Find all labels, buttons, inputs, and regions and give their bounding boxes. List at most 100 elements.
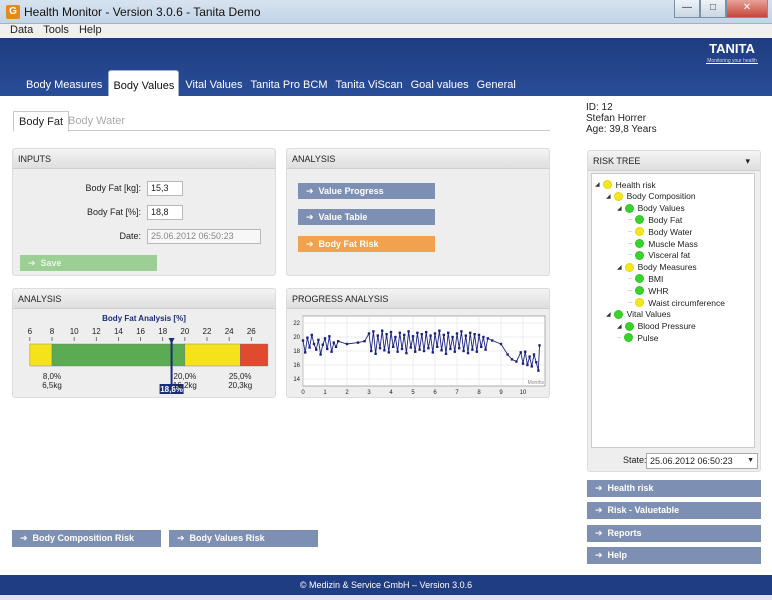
risk-tree-node[interactable]: ─ Waist circumference	[628, 297, 725, 308]
risk-tree-node[interactable]: ─ Body Fat	[628, 214, 682, 225]
tick-label: 24	[225, 327, 234, 336]
data-point	[396, 350, 399, 353]
risk-tree-node[interactable]: ◢ Body Measures	[617, 262, 697, 273]
risk-tree-title: RISK TREE ▾	[588, 151, 760, 171]
data-point	[477, 333, 481, 337]
range-band	[184, 343, 241, 367]
tree-connector-icon: ─	[617, 334, 622, 341]
expand-arrow-icon[interactable]: ◢	[617, 205, 622, 212]
reports-button[interactable]: ➔ Reports	[587, 525, 761, 542]
status-strip	[0, 595, 772, 600]
tab-body-measures[interactable]: Body Measures	[22, 70, 106, 96]
tree-connector-icon: ─	[628, 228, 633, 235]
risk-tree-label: Body Measures	[637, 262, 697, 273]
risk-tree-node[interactable]: ◢ Vital Values	[606, 309, 671, 320]
data-point	[462, 349, 465, 353]
tick-label: 16	[136, 327, 145, 336]
body-fat-pct-field[interactable]: 18,8	[147, 205, 183, 220]
data-point	[416, 331, 419, 334]
tree-connector-icon: ─	[628, 287, 633, 294]
progress-line-chart: 0 1 2 3 4 5 6 7 8 9 10 14 16 18 20 22 Months	[293, 315, 546, 396]
body-composition-risk-button[interactable]: ➔ Body Composition Risk	[12, 530, 161, 547]
risk-tree-node[interactable]: ◢ Body Values	[617, 203, 685, 214]
data-point	[378, 347, 382, 350]
value-table-button[interactable]: ➔ Value Table	[298, 209, 435, 225]
tab-goal-values[interactable]: Goal values	[407, 70, 473, 96]
tab-vital-values[interactable]: Vital Values	[181, 70, 246, 96]
data-point	[387, 351, 390, 354]
risk-tree-label: WHR	[648, 285, 669, 296]
subtab-body-water[interactable]: Body Water	[63, 111, 130, 132]
tick-label: 18	[158, 327, 167, 336]
tab-general[interactable]: General	[473, 70, 520, 96]
data-point	[389, 330, 393, 334]
data-point	[438, 329, 441, 332]
status-dot-icon	[635, 215, 645, 225]
data-point	[337, 340, 340, 343]
x-tick-label: 6	[433, 390, 437, 396]
minimize-button[interactable]: —	[674, 0, 700, 18]
date-field[interactable]: 25.06.2012 06:50:23	[147, 229, 261, 244]
arrow-right-icon: ➔	[306, 186, 314, 196]
arrow-right-icon: ➔	[177, 533, 185, 543]
tick-label: 22	[203, 327, 212, 336]
data-point	[319, 353, 322, 356]
expand-arrow-icon[interactable]: ◢	[617, 323, 622, 330]
x-tick-label: 3	[367, 390, 371, 396]
tab-body-values[interactable]: Body Values	[108, 70, 180, 96]
menu-data[interactable]: Data	[10, 24, 33, 38]
collapse-icon[interactable]: ▾	[745, 151, 750, 171]
threshold-kg: 6,5kg	[42, 381, 62, 390]
data-point	[418, 348, 421, 351]
help-button[interactable]: ➔ Help	[587, 547, 761, 564]
expand-arrow-icon[interactable]: ◢	[617, 264, 622, 271]
subtab-body-fat[interactable]: Body Fat	[13, 111, 70, 132]
tab-tanita-viscan[interactable]: Tanita ViScan	[332, 70, 407, 96]
save-button[interactable]: ➔ Save	[20, 255, 157, 271]
range-band	[240, 343, 269, 367]
data-point	[317, 338, 320, 341]
expand-arrow-icon[interactable]: ◢	[606, 193, 611, 200]
data-point	[453, 350, 456, 353]
risk-tree-node[interactable]: ─ Visceral fat	[628, 250, 690, 261]
data-point	[486, 337, 489, 340]
subtab-bar: Body Fat Body Water	[13, 111, 550, 132]
close-button[interactable]: ✕	[726, 0, 768, 18]
body-fat-risk-button[interactable]: ➔ Body Fat Risk	[298, 236, 435, 252]
data-point	[356, 341, 360, 344]
tab-tanita-pro-bcm[interactable]: Tanita Pro BCM	[246, 70, 331, 96]
value-progress-button[interactable]: ➔ Value Progress	[298, 183, 435, 199]
body-fat-kg-field[interactable]: 15,3	[147, 181, 183, 196]
data-point	[535, 361, 538, 364]
risk-tree-node[interactable]: ─ Muscle Mass	[628, 238, 698, 249]
risk-tree-node[interactable]: ─ WHR	[628, 285, 669, 296]
maximize-button[interactable]: □	[700, 0, 726, 18]
data-point	[436, 345, 439, 348]
risk-tree-node[interactable]: ◢ Body Composition	[606, 191, 696, 202]
risk-tree-label: Blood Pressure	[637, 321, 696, 332]
y-tick-label: 18	[293, 349, 300, 355]
data-point	[414, 350, 417, 353]
risk-valuetable-button[interactable]: ➔ Risk - Valuetable	[587, 502, 761, 519]
risk-tree-node[interactable]: ─ BMI	[628, 273, 663, 284]
body-values-risk-button[interactable]: ➔ Body Values Risk	[169, 530, 318, 547]
data-point	[363, 340, 366, 343]
menu-tools[interactable]: Tools	[43, 24, 69, 38]
menu-help[interactable]: Help	[79, 24, 102, 38]
expand-arrow-icon[interactable]: ◢	[606, 311, 611, 318]
y-tick-label: 20	[293, 335, 300, 341]
health-risk-button[interactable]: ➔ Health risk	[587, 480, 761, 497]
risk-tree-node[interactable]: ◢ Health risk	[595, 179, 656, 190]
risk-tree-node[interactable]: ◢ Blood Pressure	[617, 321, 696, 332]
state-select[interactable]: 25.06.2012 06:50:23 ▼	[646, 453, 758, 469]
risk-tree-node[interactable]: ─ Body Water	[628, 226, 692, 237]
data-point	[409, 346, 412, 349]
risk-tree-node[interactable]: ─ Pulse	[617, 332, 659, 343]
data-point	[330, 350, 333, 353]
data-point	[433, 332, 437, 335]
data-point	[444, 352, 448, 355]
data-point	[312, 342, 316, 346]
data-point	[306, 336, 309, 339]
tree-connector-icon: ─	[628, 275, 633, 282]
expand-arrow-icon[interactable]: ◢	[595, 181, 600, 188]
